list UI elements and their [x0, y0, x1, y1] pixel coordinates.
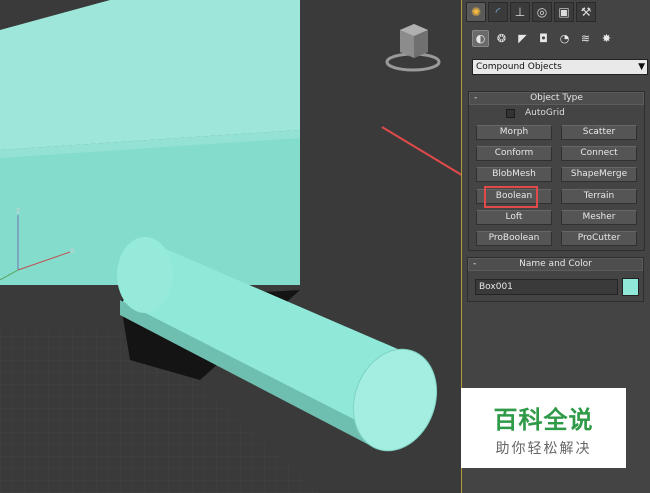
geometry-sphere-icon: ◐ [475, 32, 486, 45]
curve-icon: ◜ [495, 5, 501, 19]
box-top-face[interactable] [0, 0, 300, 150]
mesher-button[interactable]: Mesher [561, 210, 637, 225]
object-type-title: Object Type [530, 93, 583, 103]
connect-button[interactable]: Connect [561, 146, 637, 161]
hierarchy-tab[interactable]: ⊥ [510, 2, 530, 22]
shapes-button[interactable]: ❂ [493, 30, 510, 47]
helper-icon: ◔ [559, 32, 570, 45]
cameras-button[interactable]: ◘ [535, 30, 552, 47]
category-dropdown-value: Compound Objects [476, 62, 562, 72]
viewport-scene: z x [0, 0, 461, 493]
hierarchy-icon: ⊥ [514, 5, 526, 19]
axis-x-label: x [70, 246, 75, 255]
axis-z-label: z [16, 206, 20, 215]
modify-tab[interactable]: ◜ [488, 2, 508, 22]
shapes-icon: ❂ [496, 32, 507, 45]
morph-button[interactable]: Morph [476, 125, 552, 140]
chevron-down-icon: ▼ [638, 62, 645, 72]
watermark-title: 百科全说 [493, 406, 594, 434]
watermark: 百科全说 助你轻松解决 [461, 388, 626, 468]
object-type-header[interactable]: - Object Type [469, 92, 644, 105]
procutter-button[interactable]: ProCutter [561, 231, 637, 246]
collapse-icon: - [473, 259, 477, 269]
camera-icon: ◘ [539, 32, 548, 45]
lights-button[interactable]: ◤ [514, 30, 531, 47]
helpers-button[interactable]: ◔ [556, 30, 573, 47]
shapemerge-button[interactable]: ShapeMerge [561, 167, 637, 182]
create-tab[interactable]: ✺ [466, 2, 486, 22]
object-name-input[interactable]: Box001 [475, 279, 618, 295]
motion-tab[interactable]: ◎ [532, 2, 552, 22]
systems-button[interactable]: ✸ [598, 30, 615, 47]
autogrid-checkbox[interactable] [506, 108, 515, 118]
display-tab[interactable]: ▣ [554, 2, 574, 22]
terrain-button[interactable]: Terrain [561, 189, 637, 204]
object-color-swatch[interactable] [622, 278, 639, 296]
hammer-icon: ⚒ [580, 5, 592, 19]
sun-icon: ✺ [470, 5, 482, 19]
loft-button[interactable]: Loft [476, 210, 552, 225]
conform-button[interactable]: Conform [476, 146, 552, 161]
panel-tabbar: ✺ ◜ ⊥ ◎ ▣ ⚒ [466, 2, 596, 24]
autogrid-control: AutoGrid [506, 108, 565, 118]
light-icon: ◤ [518, 32, 527, 45]
proboolean-button[interactable]: ProBoolean [476, 231, 552, 246]
utilities-tab[interactable]: ⚒ [576, 2, 596, 22]
name-color-title: Name and Color [519, 259, 592, 269]
scatter-button[interactable]: Scatter [561, 125, 637, 140]
spacewarps-button[interactable]: ≋ [577, 30, 594, 47]
category-dropdown[interactable]: Compound Objects ▼ [472, 59, 648, 75]
panel-subbar: ◐ ❂ ◤ ◘ ◔ ≋ ✸ [472, 30, 615, 47]
viewport-perspective[interactable]: z x [0, 0, 461, 493]
name-color-header[interactable]: - Name and Color [468, 258, 643, 271]
app-window: z x ✺ ◜ ⊥ ◎ ▣ ⚒ ◐ ❂ ◤ ◘ ◔ ≋ ✸ Compound O… [0, 0, 650, 493]
spacewarp-icon: ≋ [580, 32, 591, 45]
systems-icon: ✸ [601, 32, 612, 45]
blobmesh-button[interactable]: BlobMesh [476, 167, 552, 182]
collapse-icon: - [474, 93, 478, 103]
boolean-highlight-box [484, 186, 538, 208]
display-icon: ▣ [558, 5, 570, 19]
motion-icon: ◎ [536, 5, 548, 19]
watermark-subtitle: 助你轻松解决 [495, 441, 592, 457]
autogrid-label: AutoGrid [525, 108, 565, 118]
geometry-button[interactable]: ◐ [472, 30, 489, 47]
